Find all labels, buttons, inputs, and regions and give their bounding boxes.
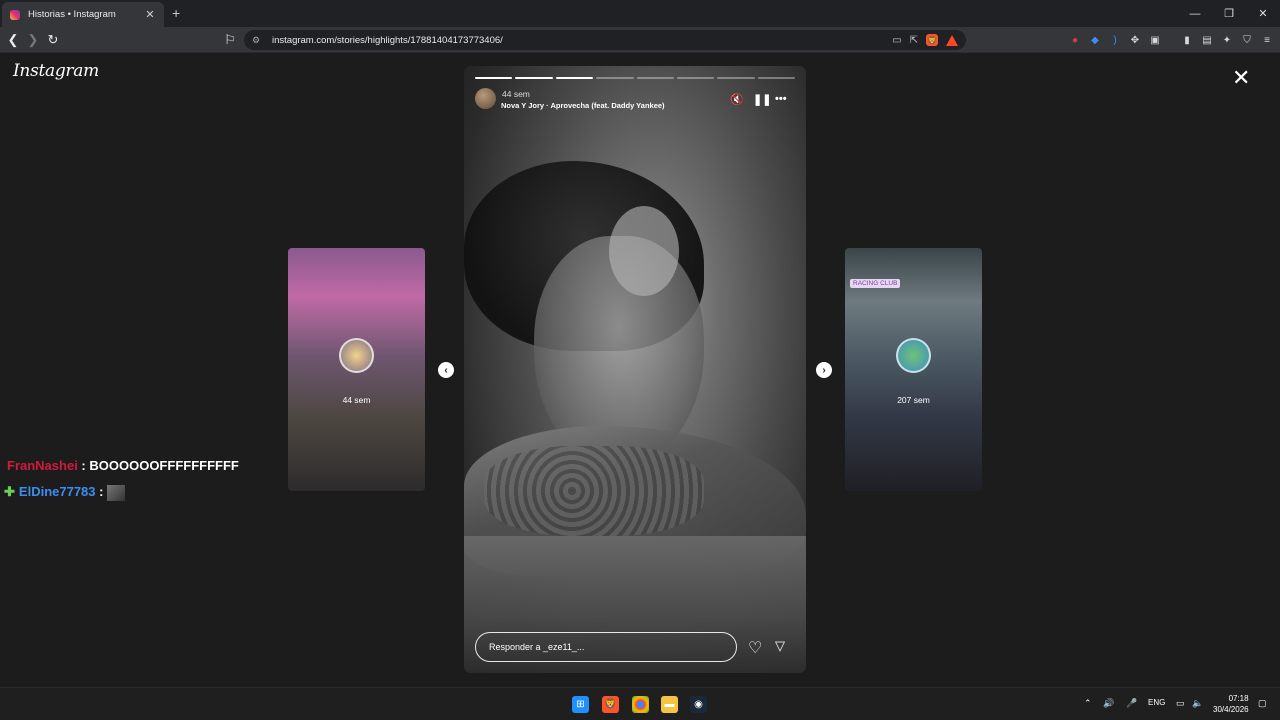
like-heart-icon[interactable]: ♡ <box>748 638 762 658</box>
brave-icon[interactable]: 🦁 <box>602 696 619 713</box>
chrome-icon[interactable] <box>632 696 649 713</box>
close-stories-icon[interactable]: ✕ <box>1232 67 1250 89</box>
bookmark-icon[interactable]: ⚐ <box>221 31 239 49</box>
previous-story-avatar <box>339 338 374 373</box>
chat-message: FranNashei : BOOOOOOFFFFFFFFFF <box>7 458 239 473</box>
speaker-icon[interactable]: 🔊 <box>1103 698 1114 709</box>
progress-segment <box>636 77 674 79</box>
tab-instagram[interactable]: Historias • Instagram ✕ <box>2 2 164 27</box>
clock-time: 07:18 <box>1228 694 1249 703</box>
story-song[interactable]: Nova Y Jory · Aprovecha (feat. Daddy Yan… <box>501 101 665 110</box>
chat-username: ElDine77783 <box>18 484 96 499</box>
minimize-icon[interactable]: — <box>1178 0 1212 27</box>
window-controls: — ❐ ✕ <box>1178 0 1280 27</box>
audio-extension-icon[interactable]: ) <box>1108 33 1122 47</box>
url-text[interactable]: instagram.com/stories/highlights/1788140… <box>272 35 884 46</box>
reply-input[interactable]: Responder a _eze11_... <box>475 632 737 662</box>
wallet-icon[interactable]: ▤ <box>1200 33 1214 47</box>
notifications-icon[interactable]: ▢ <box>1258 698 1267 709</box>
windows-taskbar: ⊞ 🦁 ▬ ◉ ⌃ 🔊 🎤 ENG ▭ 🔈 07:18 30/4/2026 ▢ <box>0 687 1280 720</box>
start-icon[interactable]: ⊞ <box>572 696 589 713</box>
brave-rewards-icon[interactable] <box>946 34 958 46</box>
story-photo-tattoo <box>484 446 704 536</box>
steam-icon[interactable]: ◉ <box>690 696 707 713</box>
share-icon[interactable]: ⇱ <box>910 35 918 46</box>
progress-segment <box>475 77 513 79</box>
volume-icon[interactable]: 🔈 <box>1192 698 1203 709</box>
new-tab-button[interactable]: + <box>172 5 180 21</box>
previous-story-time: 44 sem <box>342 395 371 405</box>
tab-bar: Historias • Instagram ✕ + — ❐ ✕ <box>0 0 1280 27</box>
sidebar-toggle-icon[interactable]: ▮ <box>1180 33 1194 47</box>
back-icon[interactable]: ❮ <box>4 31 22 49</box>
story-header: 44 sem Nova Y Jory · Aprovecha (feat. Da… <box>475 88 795 112</box>
tab-close-icon[interactable]: ✕ <box>144 8 156 21</box>
cast-icon[interactable]: ▭ <box>892 35 901 46</box>
progress-segment <box>555 77 594 79</box>
leo-ai-icon[interactable]: ✦ <box>1220 33 1234 47</box>
menu-icon[interactable]: ≡ <box>1260 33 1274 47</box>
next-story-arrow-icon[interactable]: › <box>816 362 832 378</box>
previous-story-preview[interactable]: 44 sem <box>288 248 425 491</box>
chat-username: FranNashei <box>7 458 78 473</box>
story-progress-bar <box>475 77 795 80</box>
sub-badge-icon: ✚ <box>4 484 15 499</box>
progress-segment <box>757 77 795 79</box>
network-icon[interactable]: ▭ <box>1176 698 1185 709</box>
pause-icon[interactable]: ❚❚ <box>753 93 771 106</box>
next-story-preview[interactable]: RACING CLUB 207 sem <box>845 248 982 491</box>
instagram-favicon-icon <box>10 9 20 20</box>
mute-icon[interactable]: 🔇 <box>730 93 744 106</box>
tray-overflow-icon[interactable]: ⌃ <box>1084 698 1092 709</box>
instagram-stories-page: Instagram ✕ 44 sem ‹ 44 sem Nova Y Jory … <box>0 53 1280 687</box>
language-indicator[interactable]: ENG <box>1148 698 1165 707</box>
story-photo-ear <box>609 206 679 296</box>
record-extension-icon[interactable]: ● <box>1068 33 1082 47</box>
next-story-avatar <box>896 338 931 373</box>
progress-segment <box>596 77 634 79</box>
clock-date: 30/4/2026 <box>1213 705 1249 714</box>
chat-message: ✚ ElDine77783 : <box>4 484 126 501</box>
address-bar[interactable]: ⚙ instagram.com/stories/highlights/17881… <box>244 30 966 50</box>
tab-title: Historias • Instagram <box>28 9 116 20</box>
next-story-time: 207 sem <box>897 395 930 405</box>
browser-toolbar: ❮ ❯ ↻ ⚐ ⚙ instagram.com/stories/highligh… <box>0 27 1280 53</box>
system-clock[interactable]: 07:18 30/4/2026 <box>1213 693 1249 715</box>
microphone-icon[interactable]: 🎤 <box>1126 698 1137 709</box>
forward-icon[interactable]: ❯ <box>24 31 42 49</box>
chat-emote-image <box>107 484 126 501</box>
brave-shields-icon[interactable]: 🦁 <box>926 34 938 46</box>
story-user-avatar[interactable] <box>475 88 496 109</box>
extensions-puzzle-icon[interactable]: ✥ <box>1128 33 1142 47</box>
progress-segment <box>515 77 553 79</box>
progress-segment <box>676 77 715 79</box>
chat-text: BOOOOOOFFFFFFFFFF <box>89 458 239 473</box>
screenshot-icon[interactable]: ▣ <box>1148 33 1162 47</box>
send-icon[interactable]: ▽ <box>775 638 785 654</box>
more-options-icon[interactable]: ••• <box>775 93 787 105</box>
story-time: 44 sem <box>502 89 530 99</box>
reload-icon[interactable]: ↻ <box>44 31 62 49</box>
progress-segment <box>717 77 755 79</box>
window-close-icon[interactable]: ✕ <box>1246 0 1280 27</box>
extension-icon[interactable]: ◆ <box>1088 33 1102 47</box>
current-story[interactable]: 44 sem Nova Y Jory · Aprovecha (feat. Da… <box>464 66 806 673</box>
maximize-icon[interactable]: ❐ <box>1212 0 1246 27</box>
instagram-logo[interactable]: Instagram <box>13 61 99 81</box>
vpn-icon[interactable]: ⛉ <box>1240 33 1254 47</box>
previous-story-arrow-icon[interactable]: ‹ <box>438 362 454 378</box>
racing-club-tag: RACING CLUB <box>850 279 901 288</box>
site-info-icon[interactable]: ⚙ <box>252 35 262 45</box>
file-explorer-icon[interactable]: ▬ <box>661 696 678 713</box>
